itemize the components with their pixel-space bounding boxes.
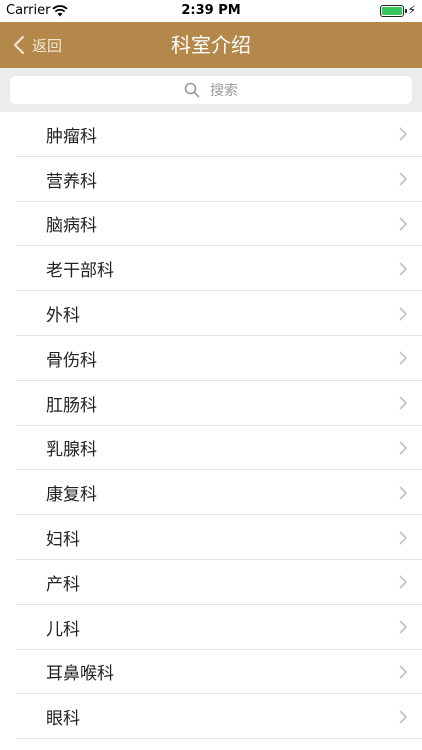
chevron-right-icon [399,441,407,455]
department-row[interactable]: 肿瘤科 [0,112,422,157]
department-label: 营养科 [46,171,97,192]
department-label: 眼科 [46,709,80,730]
department-label: 肿瘤科 [46,126,97,147]
navigation-bar: 返回 科室介绍 [0,22,422,68]
page-title: 科室介绍 [171,33,251,57]
department-row[interactable]: 耳鼻喉科 [0,650,422,695]
department-label: 脑病科 [46,216,97,237]
search-icon [184,82,200,98]
chevron-right-icon [399,486,407,500]
department-label: 康复科 [46,485,97,506]
charging-icon: ⚡ [407,3,416,17]
chevron-right-icon [399,172,407,186]
department-label: 耳鼻喉科 [46,664,114,685]
status-bar: Carrier 2:39 PM ⚡ [0,0,422,22]
department-row[interactable]: 乳腺科 [0,426,422,471]
status-time: 2:39 PM [181,3,241,18]
battery-icon [380,5,407,17]
department-row[interactable]: 妇科 [0,515,422,560]
department-row[interactable]: 营养科 [0,157,422,202]
chevron-right-icon [399,351,407,365]
chevron-right-icon [399,710,407,724]
department-label: 老干部科 [46,261,114,282]
department-row[interactable]: 外科 [0,291,422,336]
department-row[interactable]: 康复科 [0,470,422,515]
search-input[interactable]: 搜索 [10,76,412,104]
department-label: 骨伤科 [46,350,97,371]
department-row[interactable]: 眼科 [0,694,422,739]
department-row[interactable]: 儿科 [0,605,422,650]
chevron-right-icon [399,127,407,141]
department-list: 肿瘤科 营养科 脑病科 老干部科 外科 骨伤科 肛肠科 乳腺科 康复科 妇科 产… [0,112,422,739]
chevron-right-icon [399,620,407,634]
chevron-right-icon [399,665,407,679]
department-row[interactable]: 老干部科 [0,246,422,291]
department-label: 肛肠科 [46,395,97,416]
department-row[interactable]: 脑病科 [0,202,422,247]
department-row[interactable]: 产科 [0,560,422,605]
chevron-right-icon [399,262,407,276]
department-label: 乳腺科 [46,440,97,461]
chevron-right-icon [399,531,407,544]
department-label: 外科 [46,306,80,327]
search-bar: 搜索 [0,68,422,112]
chevron-right-icon [399,396,407,410]
search-placeholder: 搜索 [210,83,238,99]
chevron-right-icon [399,217,407,231]
chevron-right-icon [399,307,407,320]
department-label: 产科 [46,574,80,595]
chevron-right-icon [399,575,407,589]
department-label: 妇科 [46,530,80,551]
department-label: 儿科 [46,619,80,640]
department-row[interactable]: 肛肠科 [0,381,422,426]
department-row[interactable]: 骨伤科 [0,336,422,381]
